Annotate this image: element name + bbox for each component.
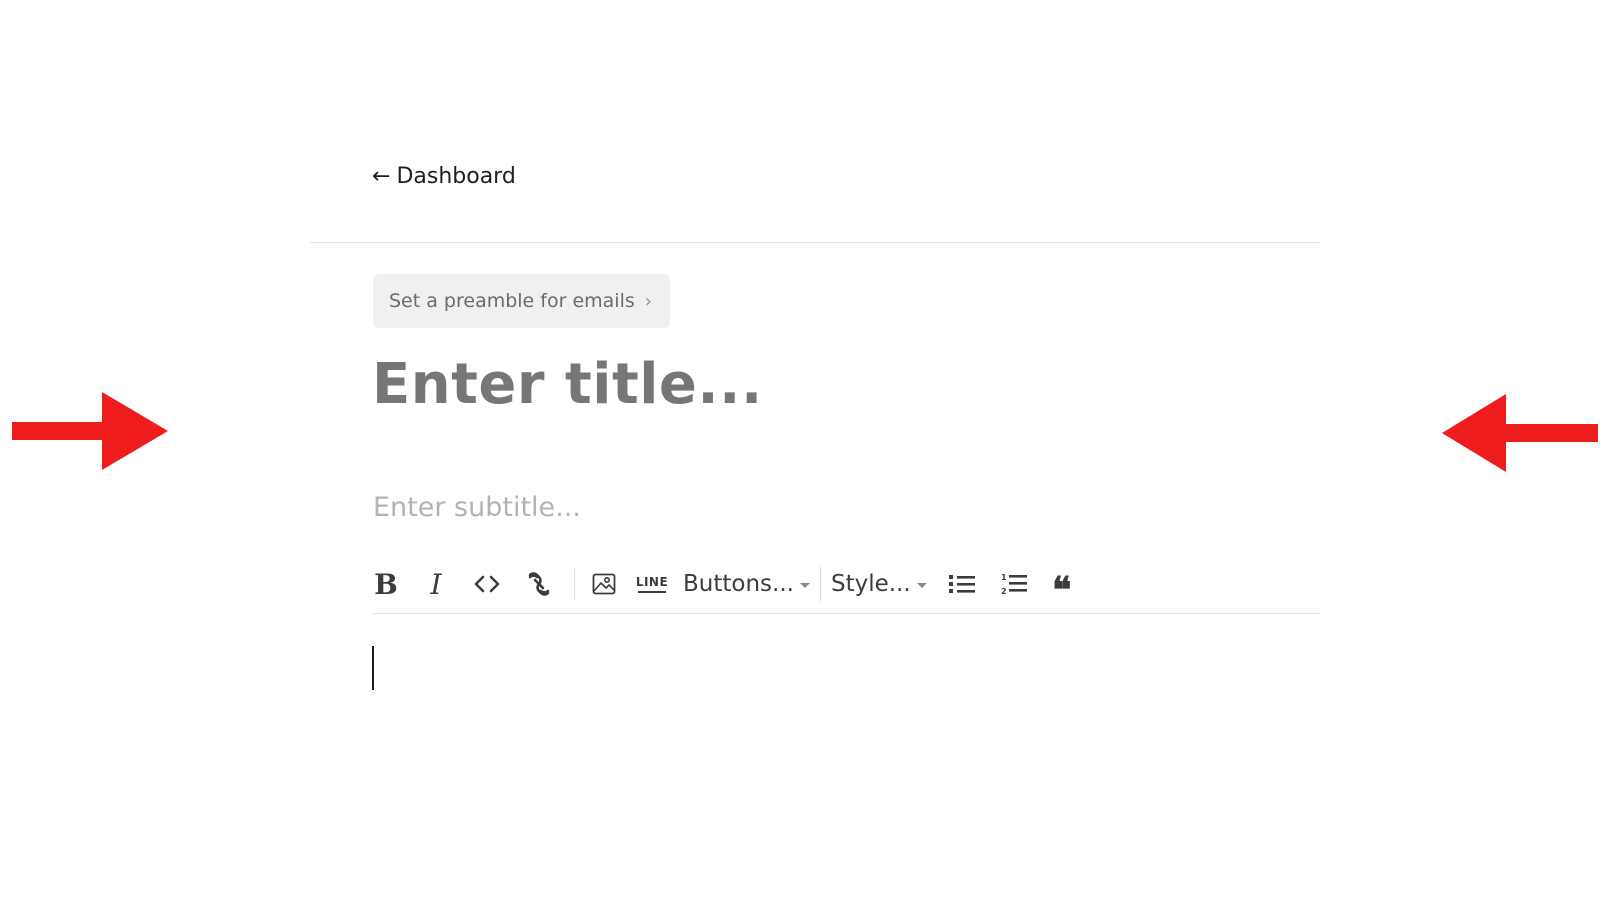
insert-line-button[interactable]: LINE [635,564,669,604]
bullet-list-button[interactable] [947,564,977,604]
code-icon [474,575,500,593]
link-button[interactable] [524,564,554,604]
set-preamble-button[interactable]: Set a preamble for emails › [373,274,670,328]
blockquote-button[interactable]: ❝ [1049,564,1075,608]
svg-text:2: 2 [1001,587,1007,596]
buttons-dropdown[interactable]: Buttons... [683,564,810,604]
svg-text:1: 1 [1001,573,1007,582]
insert-image-button[interactable] [589,564,619,604]
bullet-list-icon [948,575,975,593]
text-cursor [372,646,374,690]
formatting-toolbar: B I LINE Buttons... Style... 1 2 ❝ [372,562,1075,608]
right-pointing-arrow-icon [12,392,168,470]
toolbar-separator [819,567,821,601]
chevron-right-icon: › [644,290,652,312]
toolbar-divider [372,613,1320,614]
post-body-editor[interactable] [372,630,1320,830]
numbered-list-button[interactable]: 1 2 [999,564,1029,604]
image-icon [592,573,616,595]
header-divider [310,242,1320,243]
back-link-label: Dashboard [396,164,516,189]
title-input[interactable]: Enter title... [372,352,1312,417]
back-to-dashboard-link[interactable]: ← Dashboard [372,164,516,189]
link-icon [528,572,550,596]
bold-button[interactable]: B [372,564,400,604]
left-pointing-arrow-icon [1442,394,1598,472]
subtitle-input[interactable]: Enter subtitle... [373,492,1313,523]
preamble-label: Set a preamble for emails [389,290,635,312]
code-button[interactable] [472,564,502,604]
numbered-list-icon: 1 2 [1001,573,1027,596]
caret-down-icon [799,582,810,588]
post-editor-page: ← Dashboard Set a preamble for emails › … [0,0,1600,900]
horizontal-line-icon [638,590,666,593]
buttons-dropdown-label: Buttons... [683,571,794,597]
back-arrow-icon: ← [372,163,391,189]
style-dropdown-label: Style... [830,571,911,597]
style-dropdown[interactable]: Style... [831,564,927,604]
caret-down-icon [916,582,927,588]
toolbar-separator [574,567,575,601]
line-label: LINE [635,574,669,589]
italic-button[interactable]: I [422,564,450,604]
